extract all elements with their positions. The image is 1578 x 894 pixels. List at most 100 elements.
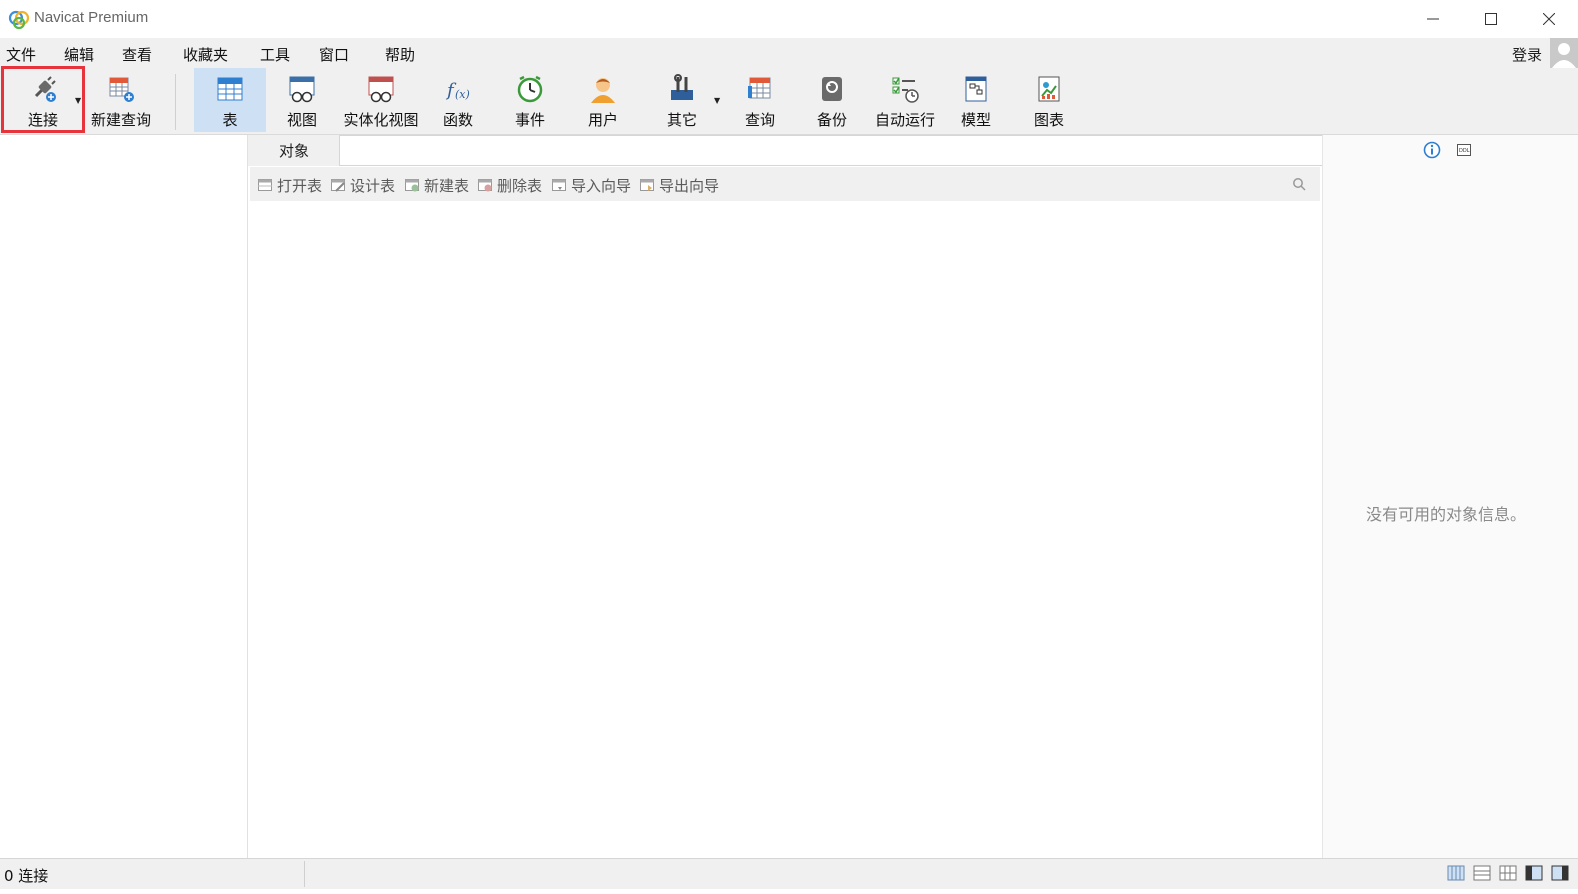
object-list-area[interactable] (252, 201, 1320, 858)
export-wizard-label: 导出向导 (659, 176, 720, 195)
function-fx-icon: f (x) (445, 80, 470, 101)
svg-text:(x): (x) (455, 88, 470, 101)
model-diagram-icon (965, 76, 987, 102)
svg-text:DDL: DDL (1459, 148, 1470, 154)
list-view-icon[interactable] (1446, 863, 1466, 883)
toolbar-separator (175, 74, 176, 130)
query-icon (748, 77, 771, 99)
auto-run-checklist-icon (892, 77, 919, 103)
model-button[interactable]: 模型 (948, 68, 1004, 132)
design-table-label: 设计表 (350, 176, 396, 195)
event-label: 事件 (514, 111, 545, 129)
plug-connect-icon (34, 76, 56, 102)
maximize-icon (1485, 13, 1497, 25)
chart-button[interactable]: 图表 (1020, 68, 1078, 132)
new-table-button[interactable]: 新建表 (405, 176, 470, 195)
toggle-left-panel-icon[interactable] (1524, 863, 1544, 883)
open-table-button[interactable]: 打开表 (258, 176, 323, 195)
import-wizard-button[interactable]: 导入向导 (552, 176, 632, 195)
chart-label: 图表 (1033, 111, 1064, 129)
navicat-logo-icon (8, 10, 30, 30)
new-query-icon (109, 77, 134, 102)
function-button[interactable]: f (x) 函数 (430, 68, 486, 132)
delete-table-button[interactable]: 删除表 (478, 176, 543, 195)
backup-icon (822, 77, 842, 101)
menu-help[interactable]: 帮助 (385, 44, 415, 65)
design-table-button[interactable]: 设计表 (331, 176, 396, 195)
object-toolbar: 打开表 设计表 新建表 删除表 导入向导 导出向导 (250, 167, 1320, 201)
status-bar: 0 连接 (0, 858, 1578, 889)
main-toolbar: 连接 ▼ 新建查询 表 视图 实体化视图 f (x) 函数 事件 用户 其它 ▼… (0, 68, 1578, 135)
other-button[interactable]: 其它 (654, 68, 710, 132)
menu-favorites[interactable]: 收藏夹 (183, 44, 228, 65)
auto-run-label: 自动运行 (874, 111, 935, 129)
connection-count: 0 连接 (4, 867, 49, 885)
materialized-view-button[interactable]: 实体化视图 (340, 68, 422, 132)
user-button[interactable]: 用户 (574, 68, 632, 132)
query-button[interactable]: 查询 (732, 68, 788, 132)
auto-run-button[interactable]: 自动运行 (870, 68, 940, 132)
table-label: 表 (222, 111, 238, 129)
tab-objects[interactable]: 对象 (250, 135, 338, 166)
new-table-icon (405, 179, 419, 192)
connect-button[interactable]: 连接 (8, 68, 78, 132)
view-label: 视图 (286, 111, 317, 129)
menu-window[interactable]: 窗口 (319, 44, 349, 65)
minimize-icon (1427, 18, 1439, 20)
import-wizard-label: 导入向导 (571, 176, 632, 195)
ddl-icon[interactable]: DDL (1455, 141, 1473, 159)
window-title: Navicat Premium (34, 9, 149, 26)
close-icon (1543, 13, 1555, 25)
other-dropdown-icon[interactable]: ▼ (714, 96, 720, 105)
user-icon (591, 78, 615, 103)
avatar[interactable] (1550, 38, 1578, 68)
menu-edit[interactable]: 编辑 (64, 44, 94, 65)
user-label: 用户 (587, 111, 618, 129)
delete-table-label: 删除表 (497, 176, 543, 195)
function-label: 函数 (442, 111, 473, 129)
menu-tools[interactable]: 工具 (260, 44, 290, 65)
connect-dropdown-icon[interactable]: ▼ (75, 96, 81, 105)
backup-button[interactable]: 备份 (804, 68, 860, 132)
export-wizard-button[interactable]: 导出向导 (640, 176, 720, 195)
view-mode-icons (1446, 863, 1570, 883)
menu-file[interactable]: 文件 (6, 44, 36, 65)
view-button[interactable]: 视图 (272, 68, 332, 132)
toggle-right-panel-icon[interactable] (1550, 863, 1570, 883)
export-wizard-icon (640, 179, 654, 191)
login-link[interactable]: 登录 (1512, 44, 1542, 65)
search-icon[interactable] (1292, 177, 1306, 191)
delete-table-icon (478, 179, 492, 192)
connect-label: 连接 (27, 111, 58, 129)
title-bar: Navicat Premium (0, 0, 1578, 38)
close-button[interactable] (1520, 0, 1578, 38)
menu-bar: 文件 编辑 查看 收藏夹 工具 窗口 帮助 登录 (0, 38, 1578, 68)
event-button[interactable]: 事件 (502, 68, 558, 132)
grid-view-icon[interactable] (1498, 863, 1518, 883)
new-query-label: 新建查询 (90, 111, 151, 129)
detail-view-icon[interactable] (1472, 863, 1492, 883)
model-label: 模型 (960, 111, 991, 129)
open-table-icon (258, 179, 272, 191)
new-table-label: 新建表 (424, 176, 470, 195)
import-wizard-icon (552, 179, 566, 191)
table-icon (217, 77, 243, 101)
query-label: 查询 (744, 111, 775, 129)
materialized-view-icon (368, 76, 394, 103)
connection-tree-panel[interactable] (0, 135, 248, 858)
minimize-button[interactable] (1404, 0, 1462, 38)
view-glasses-icon (289, 76, 315, 103)
maximize-button[interactable] (1462, 0, 1520, 38)
event-clock-icon (517, 75, 543, 103)
user-avatar-icon (1552, 43, 1576, 68)
tools-wrench-icon (671, 74, 693, 100)
table-button[interactable]: 表 (194, 68, 266, 132)
menu-view[interactable]: 查看 (122, 44, 152, 65)
info-icon[interactable] (1423, 141, 1441, 159)
open-table-label: 打开表 (277, 176, 323, 195)
chart-icon (1038, 76, 1060, 102)
other-label: 其它 (666, 111, 697, 129)
backup-label: 备份 (816, 111, 847, 129)
tab-area (339, 135, 1323, 166)
new-query-button[interactable]: 新建查询 (88, 68, 154, 132)
